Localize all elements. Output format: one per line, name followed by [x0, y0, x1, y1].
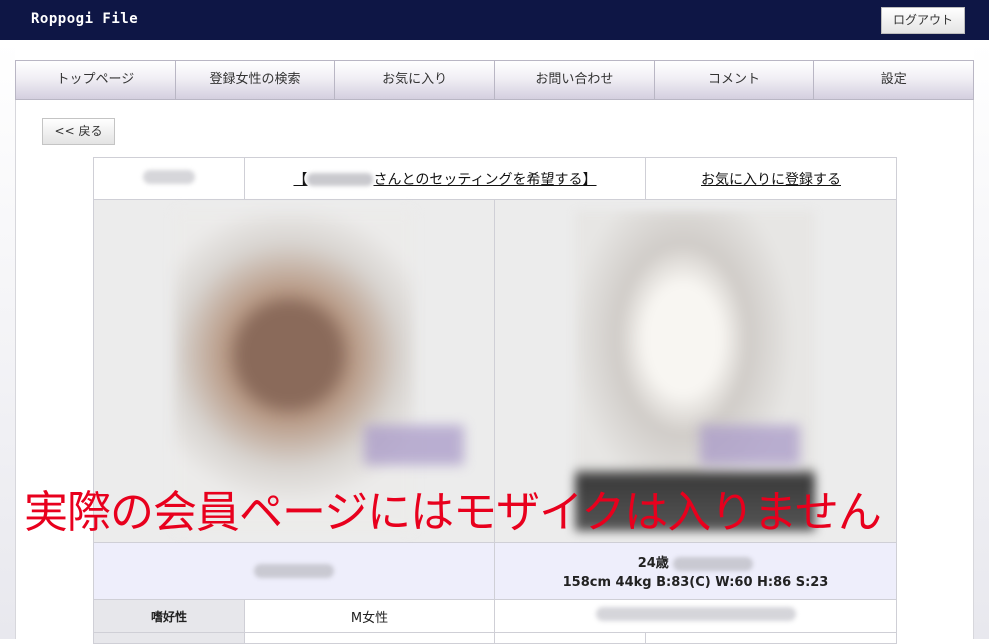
nav-item-favorites[interactable]: お気に入り: [335, 61, 496, 99]
body-stats: 158cm 44kg B:83(C) W:60 H:86 S:23: [562, 575, 829, 590]
profile-id-cell: [93, 157, 245, 200]
age-value: 24歳: [637, 556, 669, 571]
page-background-right: [974, 40, 989, 639]
site-title: Roppogi File: [31, 11, 139, 27]
nav-item-contact[interactable]: お問い合わせ: [495, 61, 655, 99]
info-left-cell: [93, 542, 495, 600]
favorite-cell: お気に入りに登録する: [645, 157, 897, 200]
top-header-bar: Roppogi File ログアウト: [0, 0, 989, 40]
back-button[interactable]: << 戻る: [42, 118, 115, 145]
mosaic-watermark-1: [364, 425, 464, 465]
mosaic-id: [143, 169, 195, 184]
mosaic-notice: 実際の会員ページにはモザイクは入りません: [24, 487, 882, 538]
setting-link-suffix: さんとのセッティングを希望する】: [373, 171, 597, 188]
profile-header-row: 【 さんとのセッティングを希望する】 お気に入りに登録する: [93, 157, 897, 200]
next-row-cell-1: [244, 632, 495, 644]
age-line: 24歳: [495, 552, 896, 571]
main-nav: トップページ 登録女性の検索 お気に入り お問い合わせ コメント 設定: [15, 60, 974, 100]
next-row-cell-2: [494, 632, 646, 644]
profile-table: 【 さんとのセッティングを希望する】 お気に入りに登録する 24歳 158cm 4…: [93, 157, 897, 644]
mosaic-preference-detail: [595, 607, 796, 621]
next-row-cell-3: [645, 632, 897, 644]
add-favorite-link[interactable]: お気に入りに登録する: [701, 172, 841, 188]
mosaic-birthday: [673, 556, 754, 571]
next-row: [93, 632, 897, 644]
logout-button[interactable]: ログアウト: [881, 7, 965, 34]
preference-extra-cell: [494, 599, 897, 633]
nav-item-settings[interactable]: 設定: [814, 61, 974, 99]
info-right-cell: 24歳 158cm 44kg B:83(C) W:60 H:86 S:23: [494, 542, 897, 600]
preference-label: 嗜好性: [93, 599, 245, 633]
info-row: 24歳 158cm 44kg B:83(C) W:60 H:86 S:23: [93, 542, 897, 600]
next-row-label: [93, 632, 245, 644]
nav-item-top[interactable]: トップページ: [16, 61, 176, 99]
nav-item-search[interactable]: 登録女性の検索: [175, 61, 336, 99]
mosaic-watermark-2: [700, 425, 800, 465]
mosaic-name: [307, 173, 374, 186]
nav-item-comment[interactable]: コメント: [654, 61, 815, 99]
setting-request-cell: 【 さんとのセッティングを希望する】: [244, 157, 646, 200]
preference-row: 嗜好性 M女性: [93, 599, 897, 633]
setting-link-prefix: 【: [293, 171, 308, 188]
mosaic-profile-name: [254, 564, 334, 578]
preference-value: M女性: [244, 599, 495, 633]
setting-request-link[interactable]: 【 さんとのセッティングを希望する】: [293, 172, 596, 188]
page-background-left: [0, 40, 15, 639]
